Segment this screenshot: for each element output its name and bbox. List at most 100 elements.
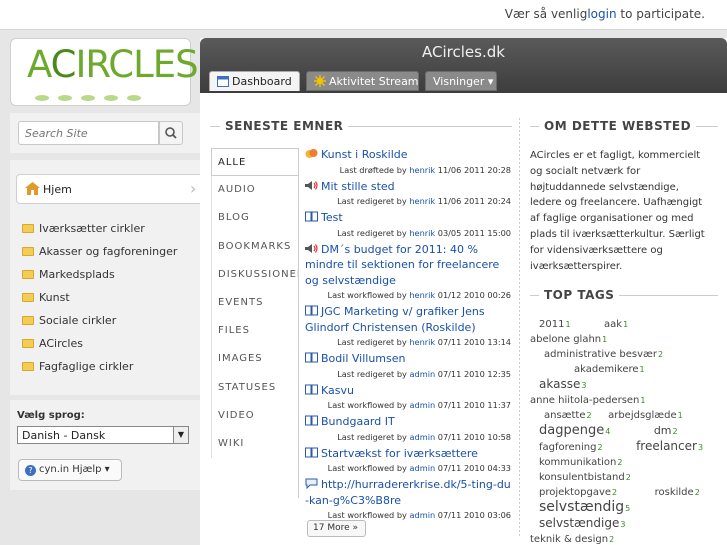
sidebar-item-fagfaglige[interactable]: Fagfaglige cirkler xyxy=(22,360,177,383)
tag-link[interactable]: projektopgave2 xyxy=(539,485,617,500)
topic-link[interactable]: Kasvu xyxy=(321,384,354,397)
topic-link[interactable]: JGC Marketing v/ grafiker Jens Glindorf … xyxy=(305,305,485,334)
user-link[interactable]: henrik xyxy=(409,228,435,238)
sidebar-item-label: Kunst xyxy=(39,291,70,304)
help-icon: ? xyxy=(25,465,36,476)
tag-name: dm xyxy=(653,424,672,437)
tag-link[interactable]: administrative besvær2 xyxy=(544,347,663,362)
more-topics-button[interactable]: 17 More » xyxy=(307,520,366,537)
tag-count: 4 xyxy=(605,427,611,436)
topic-link[interactable]: Bundgaard IT xyxy=(321,415,395,428)
filter-events[interactable]: EVENTS xyxy=(211,288,299,318)
topic-link[interactable]: Test xyxy=(321,211,343,224)
filter-discussions[interactable]: DISKUSSIONER xyxy=(211,260,299,289)
sidebar-item-ivaerksaetter[interactable]: Iværksætter cirkler xyxy=(22,222,177,245)
topic-link[interactable]: Bodil Villumsen xyxy=(321,352,405,365)
tag-link[interactable]: selvstændig5 xyxy=(539,500,630,516)
search-input[interactable] xyxy=(18,121,159,145)
topic-date: 01/12 2010 00:26 xyxy=(435,290,511,300)
tag-count: 2 xyxy=(625,473,631,482)
topic-link[interactable]: http://hurradererkrise.dk/5-ting-du-kan-… xyxy=(305,478,511,507)
tag-link[interactable]: akademikere1 xyxy=(574,362,645,377)
tag-link[interactable]: ansætte2 xyxy=(544,408,592,423)
wiki-icon xyxy=(305,415,318,426)
login-link[interactable]: login xyxy=(587,7,616,21)
filter-video[interactable]: VIDEO xyxy=(211,401,299,430)
tag-link[interactable]: anne hiitola-pedersen1 xyxy=(530,393,646,408)
sidebar-item-sociale[interactable]: Sociale cirkler xyxy=(22,314,177,337)
filter-statuses[interactable]: STATUSES xyxy=(211,373,299,402)
tag-count: 1 xyxy=(677,411,683,420)
user-link[interactable]: henrik xyxy=(409,290,435,300)
tag-link[interactable]: teknik & design2 xyxy=(530,532,614,545)
topic-action: Last workflowed by xyxy=(327,290,410,300)
user-link[interactable]: admin xyxy=(410,510,436,520)
topic-link[interactable]: Mit stille sted xyxy=(321,180,395,193)
tag-link[interactable]: akasse3 xyxy=(539,377,586,393)
list-item: Startvækst for iværksættere Last workflo… xyxy=(305,446,511,477)
folder-icon xyxy=(22,362,34,371)
site-logo[interactable]: ACIRCLES xyxy=(10,38,199,106)
sidebar-item-home[interactable]: Hjem › xyxy=(16,174,200,204)
tag-count: 3 xyxy=(620,520,626,529)
language-select[interactable]: Danish - Dansk ▼ xyxy=(17,426,189,444)
tag-link[interactable]: arbejdsglæde1 xyxy=(608,408,683,423)
topic-action: Last workflowed by xyxy=(327,400,410,410)
user-link[interactable]: henrik xyxy=(409,196,435,206)
tab-activity-stream[interactable]: Aktivitet Stream xyxy=(306,71,419,91)
sidebar-item-acircles[interactable]: ACircles xyxy=(22,337,177,360)
list-item: JGC Marketing v/ grafiker Jens Glindorf … xyxy=(305,304,511,350)
topic-date: 07/11 2010 13:14 xyxy=(435,337,511,347)
filter-blog[interactable]: BLOG xyxy=(211,204,299,233)
filter-bookmarks[interactable]: BOOKMARKS xyxy=(211,232,299,261)
help-button[interactable]: ? cyn.in Hjælp ▾ xyxy=(18,459,122,481)
tag-count: 3 xyxy=(697,443,704,452)
filter-wiki[interactable]: WIKI xyxy=(211,429,299,459)
topic-link[interactable]: DM´s budget for 2011: 40 % mindre til se… xyxy=(305,243,499,287)
tag-link[interactable]: roskilde2 xyxy=(655,485,700,500)
language-panel: Vælg sprog: Danish - Dansk ▼ ? cyn.in Hjæ… xyxy=(10,400,200,490)
user-link[interactable]: henrik xyxy=(409,165,435,175)
tag-link[interactable]: dm2 xyxy=(654,423,678,439)
list-item: Mit stille sted Last redigeret by henrik… xyxy=(305,179,511,210)
sidebar-item-kunst[interactable]: Kunst xyxy=(22,291,177,314)
user-link[interactable]: admin xyxy=(410,400,436,410)
tag-count: 1 xyxy=(640,396,646,405)
tag-link[interactable]: dagpenge4 xyxy=(539,423,610,439)
wiki-icon xyxy=(305,305,318,316)
user-link[interactable]: admin xyxy=(410,369,436,379)
tab-views[interactable]: Visninger ▾ xyxy=(425,71,497,91)
user-link[interactable]: admin xyxy=(410,463,436,473)
tag-link[interactable]: freelancer3 xyxy=(636,439,703,455)
wiki-icon xyxy=(305,211,318,222)
tag-link[interactable]: konsulentbistand2 xyxy=(539,470,631,485)
filter-audio[interactable]: AUDIO xyxy=(211,176,299,205)
tag-link[interactable]: fagforening2 xyxy=(539,440,603,455)
topic-link[interactable]: Kunst i Roskilde xyxy=(321,148,408,161)
filter-files[interactable]: FILES xyxy=(211,317,299,346)
tag-link[interactable]: selvstændige3 xyxy=(539,516,625,532)
help-label: cyn.in Hjælp ▾ xyxy=(39,464,110,475)
tab-dashboard[interactable]: Dashboard xyxy=(209,71,300,91)
user-link[interactable]: henrik xyxy=(409,337,435,347)
folder-icon xyxy=(22,247,34,256)
sidebar-item-label: Akasser og fagforeninger xyxy=(39,245,178,258)
filter-images[interactable]: IMAGES xyxy=(211,345,299,374)
tag-link[interactable]: 20111 xyxy=(539,317,571,332)
topic-action: Last redigeret by xyxy=(337,196,410,206)
search-button[interactable] xyxy=(159,121,183,145)
tag-name: administrative besvær xyxy=(544,349,657,360)
tag-link[interactable]: kommunikation2 xyxy=(539,455,622,470)
sidebar-item-markedsplads[interactable]: Markedsplads xyxy=(22,268,177,291)
discussion-icon xyxy=(305,148,318,158)
tag-link[interactable]: aak1 xyxy=(604,317,628,332)
logo-letter-a: A xyxy=(27,43,52,86)
folder-icon xyxy=(22,339,34,348)
tag-count: 1 xyxy=(565,320,571,329)
sidebar-item-akasser[interactable]: Akasser og fagforeninger xyxy=(22,245,177,268)
tag-link[interactable]: abelone glahn1 xyxy=(530,332,607,347)
filter-all[interactable]: ALLE xyxy=(211,148,299,177)
user-link[interactable]: admin xyxy=(410,432,436,442)
topic-link[interactable]: Startvækst for iværksættere xyxy=(321,447,478,460)
section-title-latest: SENESTE EMNER xyxy=(220,119,349,133)
